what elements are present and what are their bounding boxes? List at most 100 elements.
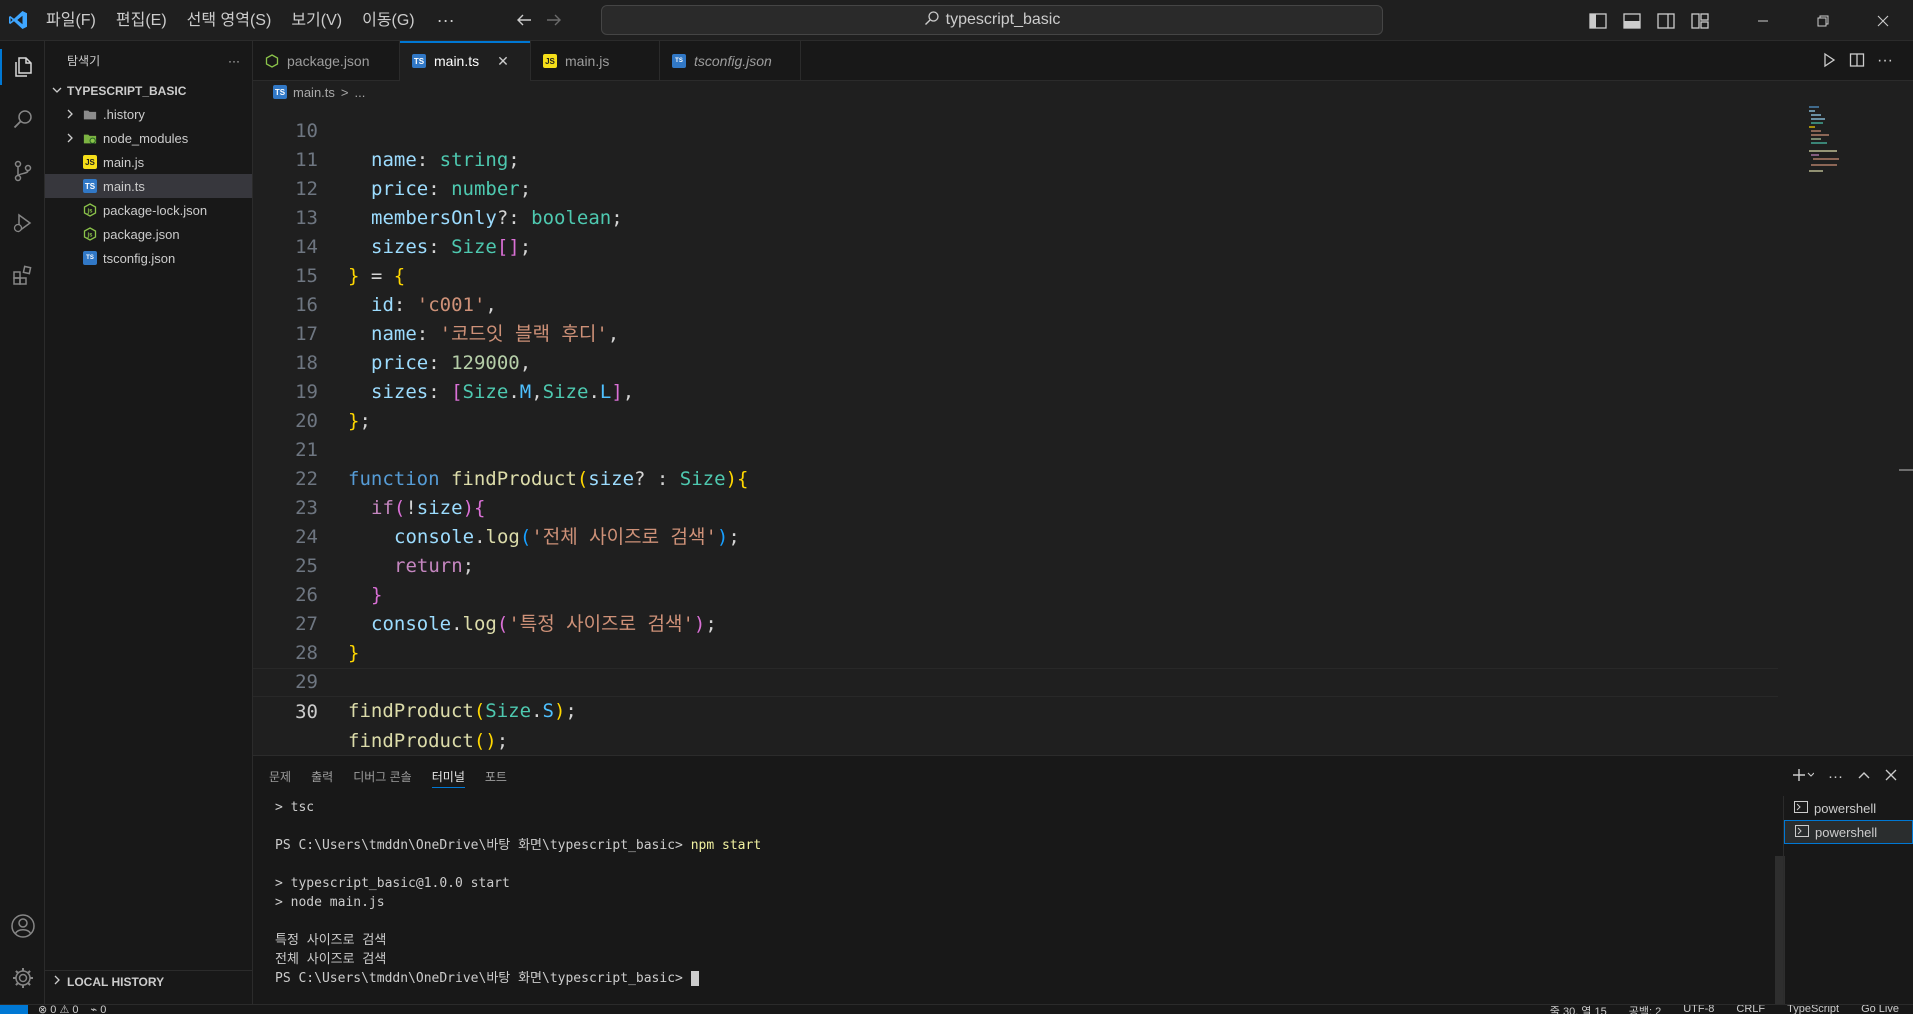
tab-problems[interactable]: 문제 (269, 756, 291, 796)
tab-main-js[interactable]: JS main.js (531, 41, 660, 81)
tab-package-json[interactable]: package.json (253, 41, 400, 81)
status-language[interactable]: TypeScript (1787, 1005, 1839, 1014)
tab-debug-console[interactable]: 디버그 콘솔 (353, 756, 412, 796)
toggle-primary-sidebar-icon[interactable] (1581, 0, 1615, 41)
port-count: 0 (100, 1004, 107, 1014)
menu-file[interactable]: 파일(F) (36, 0, 106, 41)
bottom-panel: 문제 출력 디버그 콘솔 터미널 포트 ··· > tsc PS C:\User… (253, 755, 1913, 1005)
tree-item-tsconfig[interactable]: TS tsconfig.json (45, 246, 252, 270)
search-text: typescript_basic (945, 11, 1061, 28)
menu-more-button[interactable]: ··· (425, 10, 467, 31)
menu-edit[interactable]: 편집(E) (106, 0, 177, 41)
terminal-name: powershell (1814, 800, 1877, 816)
vscode-logo-icon (0, 0, 36, 41)
file-tree: .history node_modules JS main.js TS main… (45, 102, 252, 270)
code-line: 21 function findProduct(size? : Size){ (253, 407, 1778, 490)
scrollbar-marker (1899, 469, 1913, 471)
status-cursor-position[interactable]: 줄 30, 열 15 (1550, 1005, 1607, 1014)
toggle-panel-icon[interactable] (1615, 0, 1649, 41)
node-folder-icon (83, 131, 97, 145)
terminal-prompt-line: PS C:\Users\tmddn\OneDrive\바탕 화면\typescr… (275, 969, 1761, 988)
menu-view[interactable]: 보기(V) (281, 0, 352, 41)
close-tab-icon[interactable]: ✕ (497, 53, 509, 70)
tree-item-package-lock[interactable]: js package-lock.json (45, 198, 252, 222)
local-history-section[interactable]: LOCAL HISTORY (45, 970, 252, 992)
more-actions-icon[interactable]: ··· (1877, 52, 1893, 70)
terminal-output-line: 특정 사이즈로 검색 (275, 933, 387, 948)
code-line: 16 name: '코드잇 블랙 후디', (253, 262, 1778, 345)
menu-go[interactable]: 이동(G) (352, 0, 425, 41)
tab-ports[interactable]: 포트 (485, 756, 507, 796)
warning-count: 0 (72, 1004, 79, 1014)
status-ports[interactable]: ⌁ 0 (91, 1004, 107, 1014)
status-indentation[interactable]: 공백: 2 (1629, 1005, 1661, 1014)
tree-item-label: node_modules (103, 130, 189, 146)
minimize-icon[interactable] (1733, 0, 1793, 41)
explorer-icon[interactable] (0, 41, 45, 93)
terminal-list: powershell powershell (1783, 796, 1913, 1005)
tree-item-history[interactable]: .history (45, 102, 252, 126)
workspace-root[interactable]: TYPESCRIPT_BASIC (45, 80, 252, 102)
close-window-icon[interactable] (1853, 0, 1913, 41)
terminal-command: npm start (690, 838, 762, 853)
code-editor[interactable]: 10 name: string; 11 price: number; 12 me… (253, 103, 1913, 755)
account-icon[interactable] (0, 900, 45, 952)
extensions-icon[interactable] (0, 249, 45, 301)
terminal-instance[interactable]: powershell (1784, 796, 1913, 820)
code-line: 17 price: 129000, (253, 291, 1778, 374)
source-control-icon[interactable] (0, 145, 45, 197)
tsconfig-file-icon: TS (672, 54, 686, 68)
forward-arrow-icon[interactable] (539, 5, 569, 35)
tab-label: package.json (287, 53, 370, 69)
remote-indicator[interactable] (0, 1005, 28, 1014)
new-terminal-icon[interactable] (1792, 768, 1815, 785)
status-errors[interactable]: ⊗ 0 ⚠ 0 (38, 1004, 79, 1014)
terminal-line: > node main.js (275, 895, 385, 910)
status-eol[interactable]: CRLF (1736, 1005, 1765, 1014)
status-encoding[interactable]: UTF-8 (1683, 1005, 1714, 1014)
explorer-more-button[interactable]: ··· (228, 54, 240, 68)
tab-output[interactable]: 출력 (311, 756, 333, 796)
code-line: 26 console.log('특정 사이즈로 검색'); (253, 552, 1778, 635)
tab-terminal[interactable]: 터미널 (431, 756, 465, 796)
split-editor-icon[interactable] (1849, 52, 1865, 71)
terminal-line: > typescript_basic@1.0.0 start (275, 876, 510, 891)
activity-bottom (0, 900, 45, 1004)
line-number: 30 (295, 701, 318, 723)
maximize-panel-icon[interactable] (1857, 768, 1871, 785)
tree-item-main-js[interactable]: JS main.js (45, 150, 252, 174)
run-icon[interactable] (1821, 52, 1837, 71)
code-text: findProduct(); (348, 730, 509, 752)
tab-main-ts[interactable]: TS main.ts ✕ (400, 41, 531, 81)
terminal-prompt-line: PS C:\Users\tmddn\OneDrive\바탕 화면\typescr… (275, 836, 1761, 855)
minimap[interactable] (1807, 103, 1897, 173)
tree-item-package-json[interactable]: js package.json (45, 222, 252, 246)
breadcrumb-file[interactable]: main.ts (293, 85, 335, 100)
run-debug-icon[interactable] (0, 197, 45, 249)
back-arrow-icon[interactable] (509, 5, 539, 35)
terminal-line: > tsc (275, 800, 315, 815)
nav-arrows (509, 5, 569, 35)
terminal-instance-active[interactable]: powershell (1784, 820, 1913, 844)
menu-selection[interactable]: 선택 영역(S) (177, 0, 282, 41)
toggle-secondary-sidebar-icon[interactable] (1649, 0, 1683, 41)
tab-label: main.ts (434, 53, 480, 69)
editor-tabs: package.json TS main.ts ✕ JS main.js TS … (253, 41, 1913, 81)
breadcrumb-symbol[interactable]: ... (355, 85, 366, 100)
settings-gear-icon[interactable] (0, 952, 45, 1004)
tab-tsconfig[interactable]: TS tsconfig.json (660, 41, 801, 81)
command-center-search[interactable]: typescript_basic (601, 5, 1383, 35)
more-actions-icon[interactable]: ··· (1828, 768, 1843, 785)
code-line: 18 sizes: [Size.M,Size.L], (253, 320, 1778, 403)
tree-item-main-ts[interactable]: TS main.ts (45, 174, 252, 198)
code-line: 25 } (253, 523, 1778, 606)
search-view-icon[interactable] (0, 93, 45, 145)
typescript-file-icon: TS (273, 85, 287, 99)
tree-item-node-modules[interactable]: node_modules (45, 126, 252, 150)
close-panel-icon[interactable] (1885, 769, 1897, 784)
status-golive[interactable]: Go Live (1861, 1005, 1899, 1014)
customize-layout-icon[interactable] (1683, 0, 1717, 41)
restore-icon[interactable] (1793, 0, 1853, 41)
npm-file-icon: js (83, 203, 97, 217)
terminal-output[interactable]: > tsc PS C:\Users\tmddn\OneDrive\바탕 화면\t… (253, 796, 1783, 1005)
